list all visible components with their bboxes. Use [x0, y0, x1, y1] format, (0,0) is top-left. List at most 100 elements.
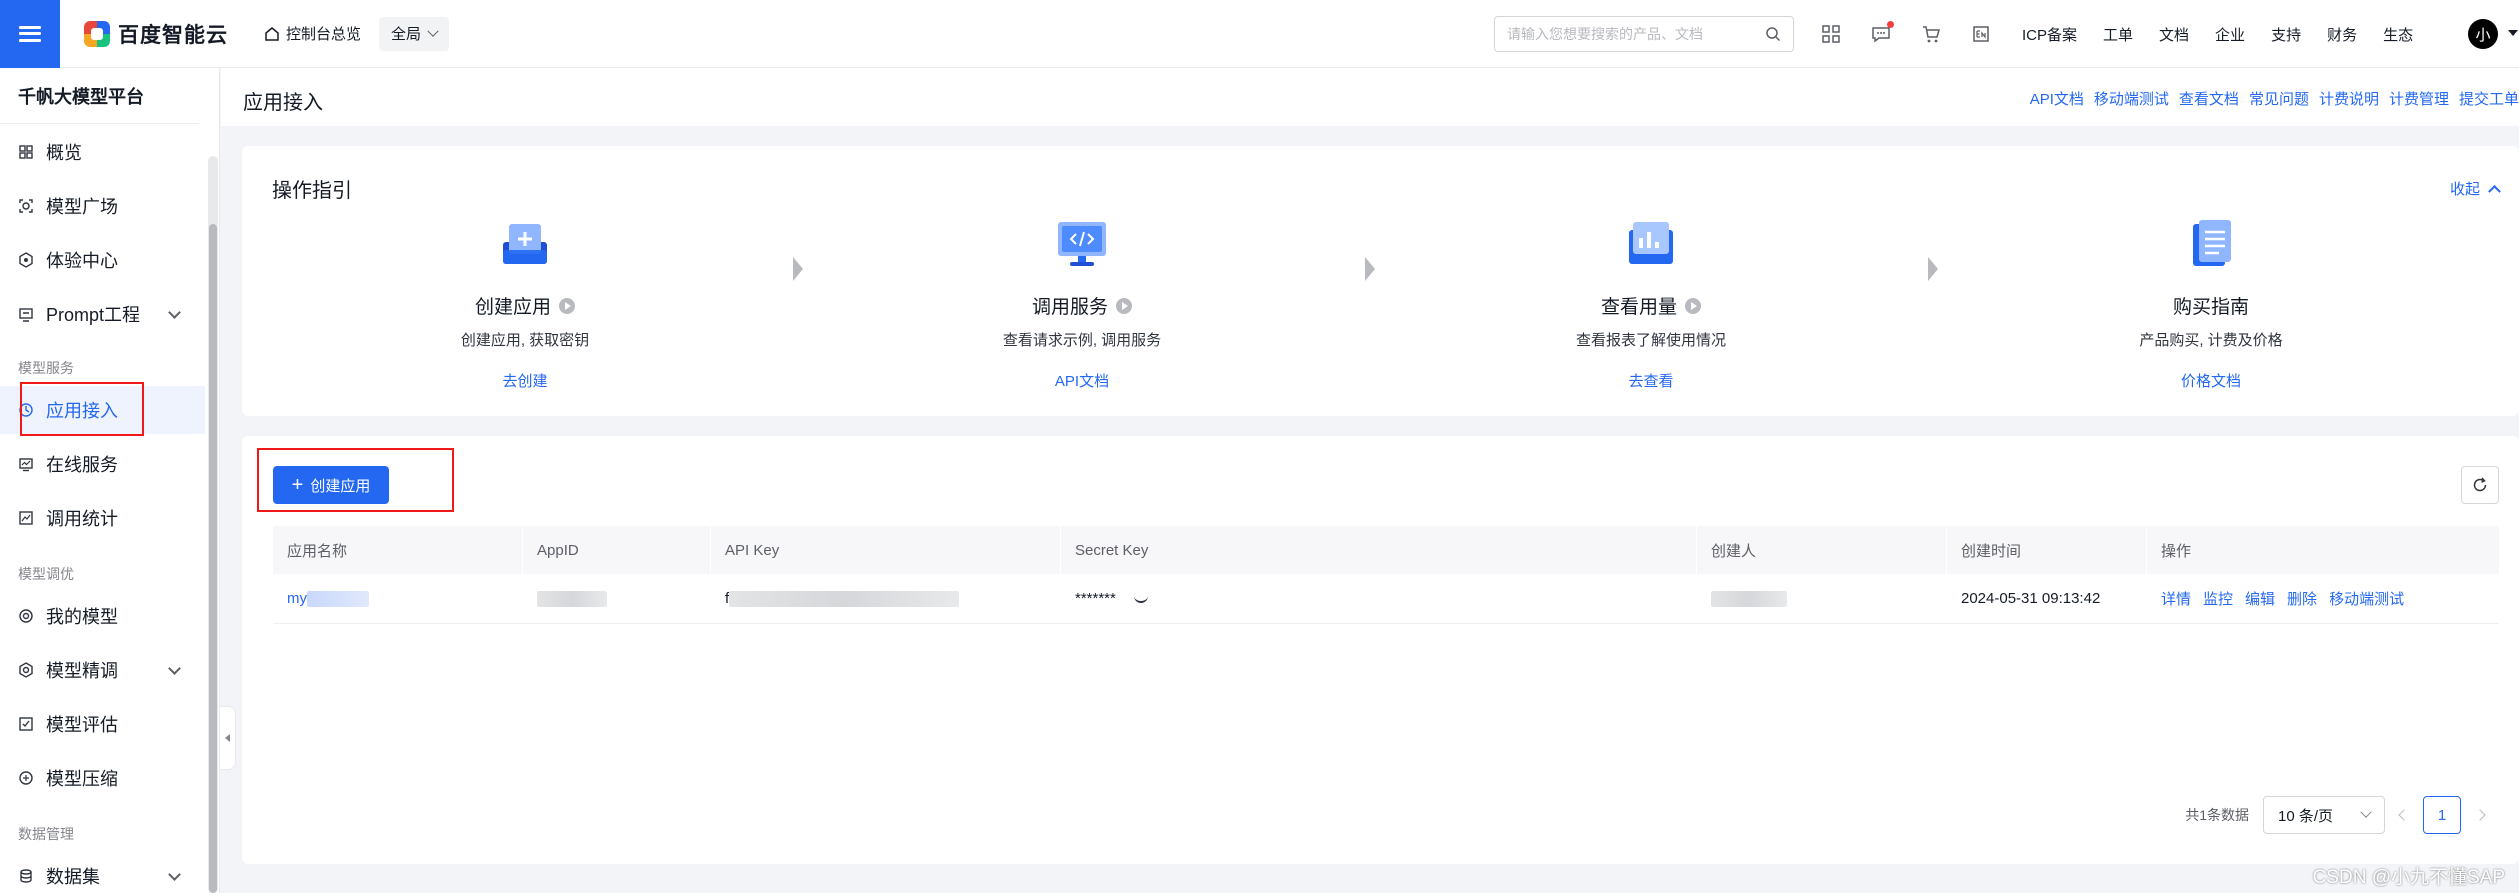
- qrcode-icon[interactable]: [1820, 23, 1842, 45]
- cell-api-key: f: [711, 590, 1061, 607]
- page-number-current[interactable]: 1: [2423, 796, 2461, 834]
- sidebar-item-model-square[interactable]: 模型广场: [0, 182, 205, 230]
- step-link-view[interactable]: 去查看: [1628, 370, 1673, 391]
- chevron-down-icon: [2360, 806, 2372, 818]
- sidebar-group-model-service: 模型服务: [18, 360, 74, 376]
- top-link-icp[interactable]: ICP备案: [2022, 24, 2077, 45]
- header-link-faq[interactable]: 常见问题: [2249, 88, 2309, 109]
- sidebar-item-overview[interactable]: 概览: [0, 128, 205, 176]
- create-app-button[interactable]: + 创建应用: [273, 466, 389, 504]
- header-link-view-doc[interactable]: 查看文档: [2179, 88, 2239, 109]
- header-link-api-doc[interactable]: API文档: [2030, 88, 2084, 109]
- redacted-block: [537, 590, 607, 607]
- page-size-select[interactable]: 10 条/页: [2263, 796, 2385, 834]
- sidebar-item-label: 应用接入: [46, 401, 118, 421]
- caret-down-icon[interactable]: [2508, 30, 2518, 36]
- top-link-ticket[interactable]: 工单: [2103, 24, 2133, 45]
- header-link-mobile-test[interactable]: 移动端测试: [2094, 88, 2169, 109]
- sidebar-item-fine-tune[interactable]: 模型精调: [0, 646, 205, 694]
- watermark: CSDN @小九不懂SAP: [2312, 867, 2505, 888]
- sidebar-item-label: 模型广场: [46, 197, 118, 217]
- message-icon[interactable]: [1870, 21, 1894, 45]
- top-link-finance[interactable]: 财务: [2327, 24, 2357, 45]
- language-icon[interactable]: [1970, 23, 1992, 45]
- top-link-ecosystem[interactable]: 生态: [2383, 24, 2413, 45]
- guide-collapse-label: 收起: [2449, 181, 2480, 198]
- guide-step-create-app: 创建应用 创建应用, 获取密钥 去创建: [375, 216, 675, 391]
- step-name: 购买指南: [2172, 297, 2249, 318]
- chevron-up-icon: [2488, 184, 2501, 198]
- action-mobile-test[interactable]: 移动端测试: [2329, 588, 2404, 609]
- header-link-billing-manage[interactable]: 计费管理: [2389, 88, 2449, 109]
- step-arrow-icon: [1365, 257, 1375, 281]
- sidebar-item-label: Prompt工程: [46, 305, 141, 325]
- action-details[interactable]: 详情: [2161, 588, 2191, 609]
- chevron-right-icon: [2474, 809, 2486, 821]
- avatar[interactable]: 小: [2468, 19, 2498, 49]
- header-link-billing-info[interactable]: 计费说明: [2319, 88, 2379, 109]
- sidebar-item-online-service[interactable]: 在线服务: [0, 440, 205, 488]
- redacted-block: [1711, 590, 1787, 607]
- chevron-down-icon: [168, 662, 181, 675]
- sidebar-item-call-stats[interactable]: 调用统计: [0, 494, 205, 542]
- sidebar-item-dataset[interactable]: 数据集: [0, 852, 205, 893]
- platform-title: 千帆大模型平台: [0, 68, 199, 124]
- step-link-api-doc[interactable]: API文档: [1055, 370, 1109, 391]
- header-link-submit-ticket[interactable]: 提交工单: [2459, 88, 2519, 109]
- purchase-guide-icon: [2183, 216, 2239, 272]
- app-name-link[interactable]: my: [287, 590, 307, 607]
- usage-icon: [1623, 216, 1679, 272]
- console-overview-label: 控制台总览: [286, 26, 362, 43]
- sidebar-scrollbar-thumb[interactable]: [209, 224, 217, 893]
- step-name: 查看用量: [1600, 297, 1677, 318]
- sidebar-item-experience[interactable]: 体验中心: [0, 236, 205, 284]
- column-header-app-name: 应用名称: [273, 526, 523, 574]
- sidebar-item-my-model[interactable]: 我的模型: [0, 592, 205, 640]
- sidebar: 千帆大模型平台 概览 模型广场 体验中心 Prompt工程 模型服务 应用接入 …: [0, 68, 220, 893]
- top-link-support[interactable]: 支持: [2271, 24, 2301, 45]
- menu-button[interactable]: [0, 0, 60, 68]
- action-delete[interactable]: 删除: [2287, 588, 2317, 609]
- cart-icon[interactable]: [1920, 23, 1942, 45]
- sidebar-item-label: 模型评估: [46, 715, 118, 735]
- region-select[interactable]: 全局: [379, 16, 450, 51]
- step-arrow-icon: [793, 257, 803, 281]
- guide-collapse-button[interactable]: 收起: [2449, 178, 2501, 199]
- brand-logo[interactable]: 百度智能云: [84, 19, 228, 49]
- brand-name: 百度智能云: [118, 23, 228, 47]
- grid-icon: [18, 144, 34, 160]
- top-link-docs[interactable]: 文档: [2159, 24, 2189, 45]
- top-link-enterprise[interactable]: 企业: [2215, 24, 2245, 45]
- notification-dot: [1887, 21, 1894, 28]
- refresh-button[interactable]: [2461, 466, 2499, 504]
- cell-actions: 详情 监控 编辑 删除 移动端测试: [2147, 588, 2499, 609]
- next-page-button[interactable]: [2473, 800, 2487, 830]
- cell-creator: [1697, 590, 1947, 607]
- step-desc: 产品购买, 计费及价格: [2139, 332, 2283, 349]
- prev-page-button[interactable]: [2397, 800, 2411, 830]
- console-overview-link[interactable]: 控制台总览: [264, 23, 361, 44]
- search-icon[interactable]: [1765, 26, 1781, 42]
- search-input[interactable]: [1507, 26, 1765, 42]
- sidebar-item-evaluate[interactable]: 模型评估: [0, 700, 205, 748]
- chevron-down-icon: [168, 868, 181, 881]
- play-video-icon[interactable]: [1685, 297, 1701, 314]
- step-link-create[interactable]: 去创建: [502, 370, 547, 391]
- page-header: 应用接入 API文档 移动端测试 查看文档 常见问题 计费说明 计费管理 提交工…: [221, 68, 2519, 126]
- sidebar-item-compress[interactable]: 模型压缩: [0, 754, 205, 802]
- page-title: 应用接入: [243, 92, 323, 114]
- chevron-left-icon: [2398, 809, 2410, 821]
- sidebar-item-label: 概览: [46, 143, 82, 163]
- operation-guide-card: 操作指引 收起 创建应用 创建应用, 获取密钥 去创建 调用服务 查看请求示例,…: [242, 146, 2519, 416]
- sidebar-item-prompt[interactable]: Prompt工程: [0, 290, 205, 338]
- action-monitor[interactable]: 监控: [2203, 588, 2233, 609]
- play-video-icon[interactable]: [1116, 297, 1132, 314]
- column-header-secret-key: Secret Key: [1061, 526, 1697, 574]
- play-video-icon[interactable]: [559, 297, 575, 314]
- sidebar-item-app-access[interactable]: 应用接入: [0, 386, 205, 434]
- pagination-total: 共1条数据: [2185, 807, 2249, 823]
- step-link-price-doc[interactable]: 价格文档: [2181, 370, 2241, 391]
- action-edit[interactable]: 编辑: [2245, 588, 2275, 609]
- eye-closed-icon[interactable]: [1133, 595, 1148, 603]
- sidebar-collapse-toggle[interactable]: [220, 706, 236, 770]
